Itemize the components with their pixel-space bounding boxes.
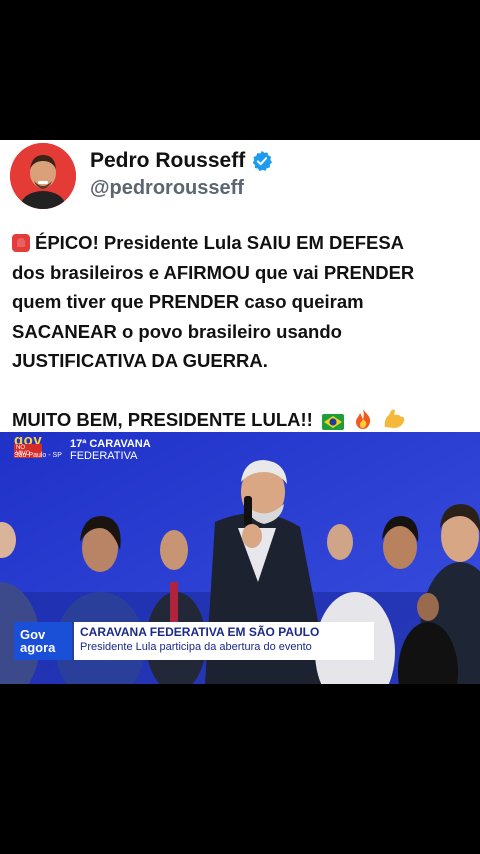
fire-icon (356, 408, 371, 429)
verified-badge-icon (252, 150, 273, 172)
avatar[interactable] (10, 143, 76, 209)
author-name-row: Pedro Rousseff (90, 149, 273, 173)
badge-line: agora (20, 640, 56, 655)
tweet-card: Pedro Rousseff @pedrorousseff ÉPICO! Pre… (0, 140, 480, 432)
black-background (0, 684, 480, 854)
siren-icon (12, 234, 30, 252)
event-logo: gov NO VIVO São Paulo - SP 17ª CARAVANA … (14, 432, 151, 462)
post-text: ÉPICO! Presidente Lula SAIU EM DEFESA do… (12, 228, 474, 434)
location-label: São Paulo - SP (14, 452, 62, 459)
event-name-line1: 17ª CARAVANA (70, 438, 151, 450)
post-line: MUITO BEM, PRESIDENTE LULA!! (12, 405, 474, 435)
post-line: JUSTIFICATIVA DA GUERRA. (12, 350, 268, 371)
post-line: SACANEAR o povo brasileiro usando (12, 320, 342, 342)
post-line: quem tiver que PRENDER caso queiram (12, 291, 364, 312)
brazil-flag-icon (321, 413, 344, 430)
event-name-line2: FEDERATIVA (70, 450, 138, 462)
post-line: ÉPICO! Presidente Lula SAIU EM DEFESA (12, 228, 474, 258)
author-name[interactable]: Pedro Rousseff (90, 149, 245, 173)
author-handle[interactable]: @pedrorousseff (90, 177, 244, 200)
caption-subtitle: Presidente Lula participa da abertura do… (80, 641, 312, 653)
flexed-biceps-icon (384, 409, 405, 428)
post-line-text: ÉPICO! Presidente Lula SAIU EM DEFESA (35, 232, 405, 253)
post-line-text: MUITO BEM, PRESIDENTE LULA!! (12, 408, 313, 430)
caption-title: CARAVANA FEDERATIVA EM SÃO PAULO (80, 625, 320, 639)
video-frame[interactable]: gov NO VIVO São Paulo - SP 17ª CARAVANA … (0, 432, 480, 684)
caption-box: CARAVANA FEDERATIVA EM SÃO PAULO Preside… (74, 622, 374, 660)
post-line: dos brasileiros e AFIRMOU que vai PRENDE… (12, 261, 415, 283)
lower-third-caption: Gov agora CARAVANA FEDERATIVA EM SÃO PAU… (14, 622, 374, 660)
gov-agora-logo: Gov agora (14, 622, 72, 660)
